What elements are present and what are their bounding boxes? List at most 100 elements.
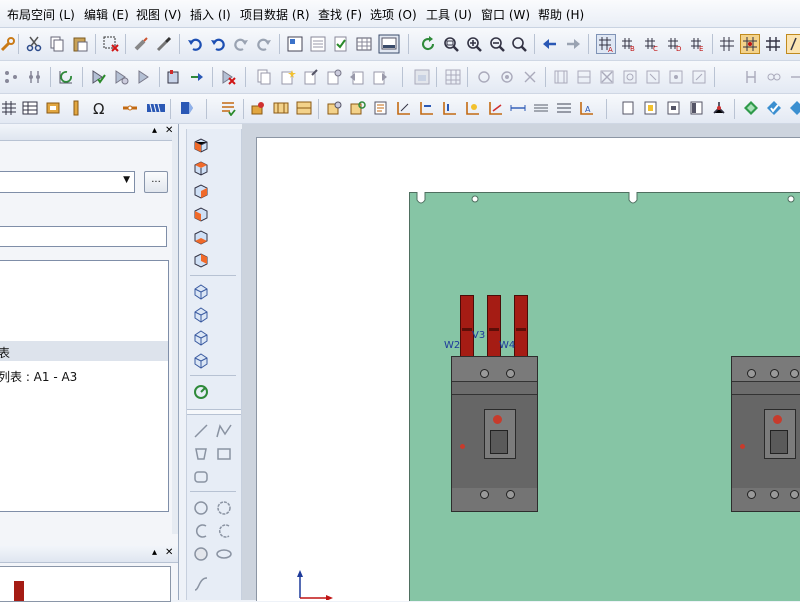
cube-right-icon[interactable] [193,183,209,199]
circuit-breaker-2[interactable] [731,356,800,512]
grid-small-icon[interactable] [1,100,17,116]
align-2-icon[interactable] [419,100,435,116]
remove-device-icon[interactable] [220,69,236,85]
terminal-2-icon[interactable] [576,69,592,85]
diamond-blue-icon[interactable] [789,100,800,116]
dimension-icon[interactable] [510,100,526,116]
breaker-handle[interactable] [490,430,508,454]
page-forward-icon[interactable] [372,69,388,85]
check-page-icon[interactable] [333,36,349,52]
panel-splitter[interactable] [172,134,178,534]
grid-e-icon[interactable]: E [689,36,705,52]
iso-3-icon[interactable] [193,330,209,346]
pipette-icon[interactable] [156,36,172,52]
insert-arrow-icon[interactable] [189,69,205,85]
rectangle-icon[interactable] [216,446,232,462]
text-sort-icon[interactable]: A [579,100,595,116]
part-refresh-icon[interactable] [350,100,366,116]
cable-icon[interactable] [146,100,166,116]
rotate-view-icon[interactable] [193,384,209,400]
connection-2-icon[interactable] [27,69,43,85]
rounded-rect-icon[interactable] [193,469,209,485]
grid-toggle-icon[interactable] [719,36,735,52]
grid-sym-icon[interactable] [445,69,461,85]
rect-icon[interactable] [620,100,636,116]
device-arrow-icon[interactable] [136,69,152,85]
menu-window[interactable]: 窗口 (W) [481,6,530,23]
tool-edge-icon[interactable] [786,34,800,54]
cube-left-icon[interactable] [193,206,209,222]
link-icon[interactable] [122,100,138,116]
rect-dot-icon[interactable] [643,100,659,116]
diamond-check-icon[interactable] [766,100,782,116]
macro-blue-icon[interactable] [179,100,195,116]
grid-a-icon[interactable]: A [596,34,616,54]
forward-arrow-icon[interactable] [565,36,581,52]
symbol-1-icon[interactable] [476,69,492,85]
menu-tools[interactable]: 工具 (U) [426,6,472,23]
zoom-in-icon[interactable] [466,36,482,52]
circle-3pt-icon[interactable] [216,500,232,516]
hatch-icon[interactable] [533,100,549,116]
undo-list-icon[interactable] [210,36,226,52]
search-input[interactable] [0,226,167,247]
terminal-4-icon[interactable] [622,69,638,85]
menu-find[interactable]: 查找 (F) [318,6,362,23]
snap-point-icon[interactable] [765,36,781,52]
zoom-100-icon[interactable] [511,36,527,52]
menu-help[interactable]: 帮助 (H) [538,6,584,23]
cube-back-icon[interactable] [193,252,209,268]
refresh-icon[interactable] [420,36,436,52]
connection-icon[interactable] [3,69,19,85]
iso-2-icon[interactable] [193,307,209,323]
place-icon[interactable] [250,100,266,116]
window-view-icon[interactable] [378,34,400,54]
menu-layout-space[interactable]: 布局空间 (L) [7,6,75,23]
paste-icon[interactable] [72,36,88,52]
list-check-icon[interactable] [220,100,236,116]
tree-item-selected[interactable]: 表 [0,341,168,361]
plug-1-icon[interactable] [743,69,759,85]
zoom-window-icon[interactable] [443,36,459,52]
grid-d-icon[interactable]: D [666,36,682,52]
rail-icon[interactable] [273,100,289,116]
terminal-7-icon[interactable] [691,69,707,85]
redo-icon[interactable] [233,36,249,52]
zoom-out-icon[interactable] [489,36,505,52]
menu-insert[interactable]: 插入 (I) [190,6,231,23]
rect-side-icon[interactable] [689,100,705,116]
preview-close-icon[interactable]: ✕ [165,547,173,558]
polygon-icon[interactable] [193,446,209,462]
circle-icon[interactable] [193,500,209,516]
cube-front-icon[interactable] [193,137,209,153]
redo-list-icon[interactable] [256,36,272,52]
panel-pin-icon[interactable]: ▴ [152,125,157,136]
delete-selection-icon[interactable] [103,36,119,52]
insert-device-icon[interactable] [166,69,182,85]
page-overview-icon[interactable] [310,36,326,52]
plug-3-icon[interactable] [789,69,800,85]
browse-button[interactable]: ... [144,171,168,193]
grid-b-icon[interactable]: B [620,36,636,52]
page-edit-icon[interactable] [303,69,319,85]
palette-splitter[interactable] [187,409,241,415]
menu-edit[interactable]: 编辑 (E) [84,6,129,23]
menu-view[interactable]: 视图 (V) [136,6,181,23]
graph-icon[interactable] [711,100,727,116]
page-copy-icon[interactable] [256,69,272,85]
part-edit-icon[interactable] [327,100,343,116]
terminal-3-icon[interactable] [599,69,615,85]
copy-icon[interactable] [49,36,65,52]
symbol-2-icon[interactable] [499,69,515,85]
filter-dropdown[interactable]: ▼ [0,171,135,193]
wrench-icon[interactable] [0,36,16,52]
page-props-icon[interactable] [326,69,342,85]
cut-icon[interactable] [26,36,42,52]
check-device-icon[interactable] [90,69,106,85]
align-4-icon[interactable] [465,100,481,116]
part-list-icon[interactable] [373,100,389,116]
bar-icon[interactable] [68,100,84,116]
plug-2-icon[interactable] [766,69,782,85]
terminal-6-icon[interactable] [668,69,684,85]
arc-3pt-icon[interactable] [216,523,232,539]
